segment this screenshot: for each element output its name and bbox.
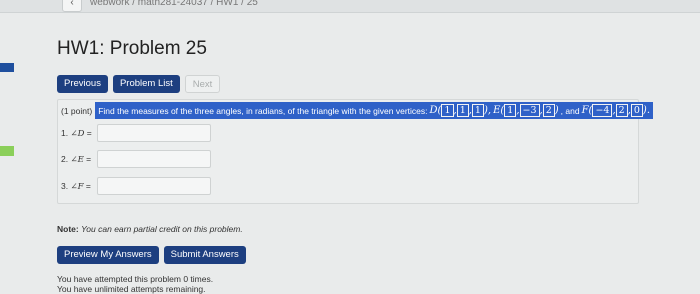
- problem-box: (1 point) Find the measures of the three…: [57, 99, 654, 204]
- note-text: You can earn partial credit on this prob…: [81, 224, 243, 234]
- statement-text: Find the measures of the three angles, i…: [98, 105, 428, 116]
- answer-label-d: 1. ∠D =: [61, 127, 92, 139]
- answer-row-e: 2. ∠E =: [61, 150, 211, 168]
- vertex-e: E(1, −3, 2): [493, 104, 559, 117]
- submit-actions: Preview My Answers Submit Answers: [57, 246, 246, 264]
- angle-e-input[interactable]: [97, 150, 211, 168]
- attempts-count: You have attempted this problem 0 times.: [57, 274, 214, 284]
- breadcrumb[interactable]: webwork / math281-24037 / HW1 / 25: [90, 0, 258, 8]
- vertex-f: F(−4, 2, 0).: [581, 104, 651, 117]
- vertex-d: D(1, 1, 1),: [429, 104, 492, 117]
- answer-label-e: 2. ∠E =: [61, 153, 92, 165]
- problem-nav: Previous Problem List Next: [57, 75, 221, 93]
- attempts-info: You have attempted this problem 0 times.…: [57, 274, 213, 294]
- page-title: HW1: Problem 25: [57, 38, 207, 59]
- answer-row-f: 3. ∠F =: [61, 177, 211, 195]
- highlighted-statement: Find the measures of the three angles, i…: [95, 102, 654, 119]
- problem-list-button[interactable]: Problem List: [112, 75, 180, 93]
- attempts-remaining: You have unlimited attempts remaining.: [57, 284, 206, 294]
- angle-f-input[interactable]: [97, 177, 211, 195]
- angle-d-input[interactable]: [97, 124, 211, 142]
- sidebar-marker-green: [0, 146, 14, 156]
- problem-statement: (1 point) Find the measures of the three…: [61, 102, 654, 119]
- partial-credit-note: Note: You can earn partial credit on thi…: [57, 224, 243, 234]
- sidebar-marker-blue: [0, 63, 14, 72]
- next-button: Next: [184, 75, 221, 93]
- answer-row-d: 1. ∠D =: [61, 124, 211, 142]
- browser-topbar: ‹ webwork / math281-24037 / HW1 / 25: [0, 0, 700, 13]
- back-button[interactable]: ‹: [62, 0, 82, 12]
- submit-answers-button[interactable]: Submit Answers: [163, 246, 246, 264]
- points-label: (1 point): [61, 105, 93, 116]
- preview-answers-button[interactable]: Preview My Answers: [57, 246, 159, 264]
- note-label: Note:: [57, 224, 79, 234]
- answer-label-f: 3. ∠F =: [61, 180, 91, 192]
- and-word: , and: [560, 105, 580, 116]
- previous-button[interactable]: Previous: [57, 75, 108, 93]
